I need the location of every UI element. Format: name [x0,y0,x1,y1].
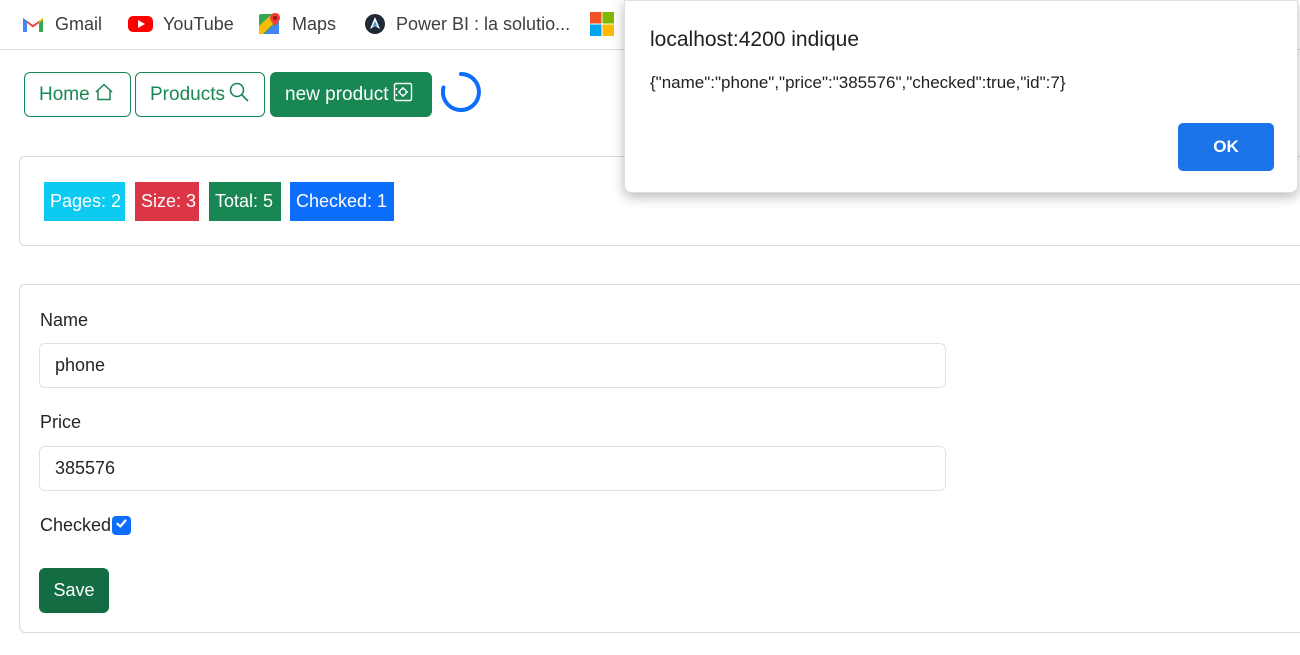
bookmark-gmail[interactable]: Gmail [21,0,102,48]
pages-badge: Pages: 2 [44,182,125,221]
new-product-button-label: new product [285,83,389,105]
bookmark-label: Gmail [55,13,103,34]
checked-label: Checked [40,515,112,535]
youtube-icon [128,15,153,33]
total-badge: Total: 5 [209,182,281,221]
home-button[interactable]: Home [24,72,131,117]
bookmark-label: Maps [292,13,337,34]
ok-button[interactable]: OK [1178,123,1274,171]
gmail-icon [21,15,45,33]
price-label: Price [40,412,82,432]
maps-icon [258,12,282,36]
bookmark-powerbi[interactable]: Power BI : la solutio... [364,0,570,48]
save-button[interactable]: Save [39,568,109,613]
home-button-label: Home [39,83,90,105]
search-icon [229,82,249,108]
safe-icon [393,82,413,108]
price-input[interactable]: 385576 [39,446,946,491]
bookmark-youtube[interactable]: YouTube [128,0,234,48]
checked-checkbox[interactable] [112,516,131,535]
alert-dialog: localhost:4200 indique {"name":"phone","… [624,0,1298,193]
bookmark-label: YouTube [163,13,234,34]
bookmark-label: Power BI : la solutio... [396,13,571,34]
powerbi-icon [364,13,386,35]
bookmark-maps[interactable]: Maps [258,0,336,48]
checkmark-icon [115,517,128,535]
price-input-value: 385576 [55,458,116,478]
size-badge: Size: 3 [135,182,199,221]
name-label: Name [40,310,89,330]
loading-spinner [440,72,481,112]
dialog-message: {"name":"phone","price":"385576","checke… [650,73,1066,92]
checked-badge: Checked: 1 [290,182,394,221]
new-product-button[interactable]: new product [270,72,432,117]
microsoft-icon [590,12,614,36]
house-icon [94,82,114,108]
name-input[interactable]: phone [39,343,946,388]
dialog-title: localhost:4200 indique [650,28,859,51]
bookmark-microsoft[interactable] [590,0,614,48]
products-button-label: Products [150,83,225,105]
products-button[interactable]: Products [135,72,265,117]
name-input-value: phone [55,355,106,375]
